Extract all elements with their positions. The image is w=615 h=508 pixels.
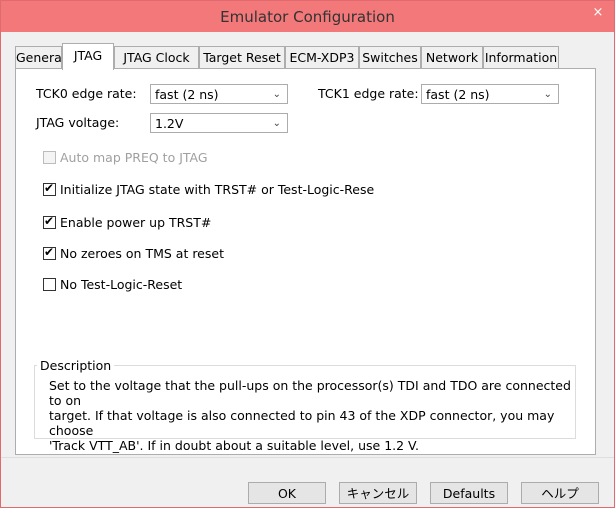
defaults-button[interactable]: Defaults <box>430 482 508 504</box>
emulator-configuration-dialog: Emulator Configuration × General JTAG JT… <box>0 0 615 508</box>
checkbox-box: ✔ <box>43 181 56 196</box>
description-text: Set to the voltage that the pull-ups on … <box>49 378 584 453</box>
tck1-edge-rate-value: fast (2 ns) <box>426 87 490 102</box>
footer-separator <box>1 457 614 458</box>
checkbox-label: Enable power up TRST# <box>60 215 212 230</box>
enable-power-up-trst-checkbox[interactable]: ✔ Enable power up TRST# <box>43 214 212 231</box>
tck0-edge-rate-select[interactable]: fast (2 ns) ⌄ <box>150 84 288 104</box>
chevron-down-icon: ⌄ <box>272 118 281 129</box>
tab-network[interactable]: Network <box>421 46 483 68</box>
auto-map-preq-checkbox[interactable]: Auto map PREQ to JTAG <box>43 150 208 166</box>
checkbox-box: ✔ <box>43 214 56 229</box>
cancel-button[interactable]: キャンセル <box>339 482 417 504</box>
checkbox-box <box>43 151 56 164</box>
tab-target-reset[interactable]: Target Reset <box>199 46 285 68</box>
description-line: 'Track VTT_AB'. If in doubt about a suit… <box>49 438 419 453</box>
initialize-jtag-state-checkbox[interactable]: ✔ Initialize JTAG state with TRST# or Tes… <box>43 181 375 198</box>
jtag-tab-panel: TCK0 edge rate: fast (2 ns) ⌄ TCK1 edge … <box>15 68 596 455</box>
jtag-voltage-select[interactable]: 1.2V ⌄ <box>150 113 288 133</box>
checkbox-label: No Test-Logic-Reset <box>60 277 183 292</box>
help-button[interactable]: ヘルプ <box>521 482 599 504</box>
tck1-edge-rate-select[interactable]: fast (2 ns) ⌄ <box>421 84 559 104</box>
checkbox-box: ✔ <box>43 245 56 260</box>
title-bar: Emulator Configuration × <box>1 1 614 32</box>
tck0-edge-rate-label: TCK0 edge rate: <box>36 86 137 101</box>
jtag-voltage-label: JTAG voltage: <box>36 115 120 130</box>
tab-switches[interactable]: Switches <box>359 46 421 68</box>
checkbox-box <box>43 278 56 291</box>
close-icon[interactable]: × <box>588 4 608 22</box>
no-zeroes-on-tms-checkbox[interactable]: ✔ No zeroes on TMS at reset <box>43 245 224 262</box>
tab-information[interactable]: Information <box>483 46 559 68</box>
checkbox-label: Initialize JTAG state with TRST# or Test… <box>60 182 375 197</box>
checkbox-label: No zeroes on TMS at reset <box>60 246 224 261</box>
chevron-down-icon: ⌄ <box>543 89 552 100</box>
window-title: Emulator Configuration <box>220 8 395 26</box>
checkmark-icon: ✔ <box>44 245 55 259</box>
ok-button[interactable]: OK <box>248 482 326 504</box>
tck1-edge-rate-label: TCK1 edge rate: <box>318 86 419 101</box>
jtag-voltage-value: 1.2V <box>155 116 184 131</box>
tab-jtag[interactable]: JTAG <box>62 43 114 70</box>
checkmark-icon: ✔ <box>44 181 55 195</box>
tck0-edge-rate-value: fast (2 ns) <box>155 87 219 102</box>
tab-jtag-clock[interactable]: JTAG Clock <box>114 46 199 68</box>
description-title: Description <box>37 358 115 373</box>
checkmark-icon: ✔ <box>44 214 55 228</box>
description-line: Set to the voltage that the pull-ups on … <box>49 378 571 408</box>
no-test-logic-reset-checkbox[interactable]: No Test-Logic-Reset <box>43 277 182 293</box>
tab-general[interactable]: General <box>15 46 65 68</box>
checkbox-label: Auto map PREQ to JTAG <box>60 150 208 165</box>
description-line: target. If that voltage is also connecte… <box>49 408 555 438</box>
chevron-down-icon: ⌄ <box>272 89 281 100</box>
tab-ecm-xdp3[interactable]: ECM-XDP3 <box>285 46 359 68</box>
